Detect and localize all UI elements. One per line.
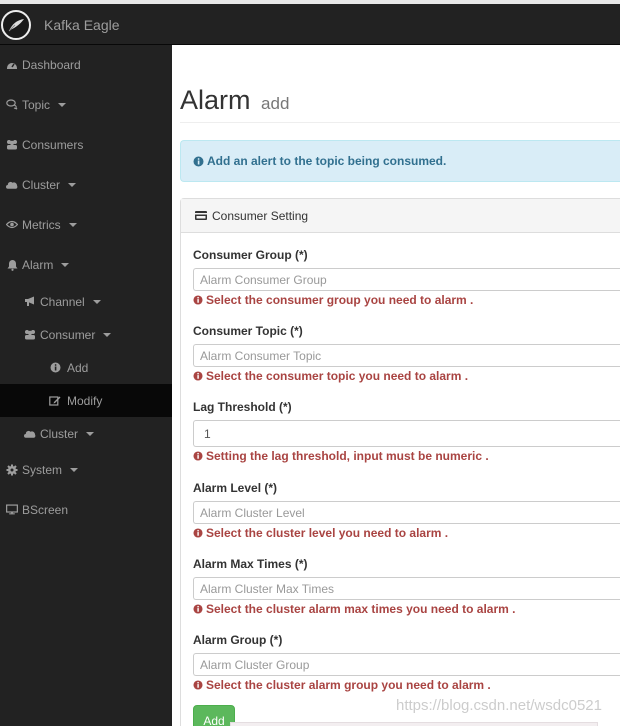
sidebar-item-alarm[interactable]: Alarm xyxy=(0,248,172,281)
gear-icon xyxy=(6,464,18,476)
page-title: Alarm add xyxy=(180,85,290,115)
sidebar-item-label: System xyxy=(22,462,63,477)
help-text: Select the cluster alarm max times you n… xyxy=(193,602,620,616)
info-circle-icon xyxy=(49,362,61,374)
feather-logo-icon xyxy=(1,10,31,40)
sidebar-item-channel[interactable]: Channel xyxy=(0,285,172,318)
help-text: Select the consumer group you need to al… xyxy=(193,293,620,307)
field-label: Lag Threshold (*) xyxy=(193,400,292,414)
brand-name: Kafka Eagle xyxy=(44,17,120,33)
caret-down-icon xyxy=(86,431,95,436)
caret-down-icon xyxy=(68,182,77,187)
field-label: Alarm Level (*) xyxy=(193,481,278,495)
panel-heading: Consumer Setting xyxy=(181,199,620,233)
alarm-level-input[interactable] xyxy=(193,501,620,524)
alert-text: Add an alert to the topic being consumed… xyxy=(207,154,447,168)
alarm-max-times-input[interactable] xyxy=(193,577,620,600)
info-circle-icon xyxy=(193,451,203,461)
page-subtitle: add xyxy=(261,94,290,113)
sidebar-item-label: Consumer xyxy=(40,327,96,342)
caret-down-icon xyxy=(61,262,70,267)
bottom-edge-bar xyxy=(230,722,598,726)
sidebar-item-label: Channel xyxy=(40,294,85,309)
help-text: Setting the lag threshold, input must be… xyxy=(193,449,620,463)
edit-icon xyxy=(49,395,61,407)
sidebar-item-label: Modify xyxy=(67,393,103,408)
form-group-alarm-max-times: Alarm Max Times (*) Select the cluster a… xyxy=(193,557,620,616)
caret-down-icon xyxy=(103,332,112,337)
field-label: Alarm Max Times (*) xyxy=(193,557,308,571)
alarm-group-input[interactable] xyxy=(193,653,620,676)
sidebar-item-alarm-cluster[interactable]: Cluster xyxy=(0,417,172,450)
field-label: Consumer Group (*) xyxy=(193,248,308,262)
help-text: Select the consumer topic you need to al… xyxy=(193,369,620,383)
bell-icon xyxy=(6,259,18,271)
sidebar-item-label: Topic xyxy=(22,97,51,112)
info-circle-icon xyxy=(193,528,203,538)
sidebar-item-cluster[interactable]: Cluster xyxy=(0,168,172,201)
caret-down-icon xyxy=(58,102,67,107)
field-label: Consumer Topic (*) xyxy=(193,324,303,338)
info-alert: Add an alert to the topic being consumed… xyxy=(180,140,620,182)
dashboard-icon xyxy=(6,59,18,71)
sidebar-item-modify[interactable]: Modify xyxy=(0,384,172,417)
sidebar-item-label: Metrics xyxy=(22,217,61,232)
sidebar-item-add[interactable]: Add xyxy=(0,351,172,384)
credit-card-icon xyxy=(195,211,207,220)
add-button[interactable]: Add xyxy=(193,705,235,726)
sidebar-item-label: Cluster xyxy=(22,177,61,192)
users-icon xyxy=(24,329,36,341)
sidebar-item-metrics[interactable]: Metrics xyxy=(0,208,172,241)
form-group-alarm-group: Alarm Group (*) Select the cluster alarm… xyxy=(193,633,620,692)
sidebar-item-dashboard[interactable]: Dashboard xyxy=(0,48,172,81)
consumer-group-input[interactable] xyxy=(193,268,620,291)
comments-icon xyxy=(6,99,18,111)
sidebar-item-topic[interactable]: Topic xyxy=(0,88,172,121)
cloud-icon xyxy=(24,428,36,440)
help-text: Select the cluster level you need to ala… xyxy=(193,526,620,540)
bullhorn-icon xyxy=(24,296,36,308)
main-content: Alarm add Add an alert to the topic bein… xyxy=(172,45,620,726)
info-circle-icon xyxy=(193,371,203,381)
page-header: Alarm add xyxy=(180,83,620,123)
watermark: https://blog.csdn.net/wsdc0521 xyxy=(396,697,602,714)
info-circle-icon xyxy=(193,295,203,305)
brand[interactable]: Kafka Eagle xyxy=(0,8,120,42)
help-text: Select the cluster alarm group you need … xyxy=(193,678,620,692)
sidebar-item-bscreen[interactable]: BScreen xyxy=(0,493,172,526)
sidebar-item-consumers[interactable]: Consumers xyxy=(0,128,172,161)
sidebar-item-system[interactable]: System xyxy=(0,453,172,486)
info-circle-icon xyxy=(193,604,203,614)
caret-down-icon xyxy=(70,467,79,472)
info-circle-icon xyxy=(193,156,204,167)
consumer-topic-input[interactable] xyxy=(193,344,620,367)
sidebar-item-label: BScreen xyxy=(22,502,69,517)
sidebar-item-label: Cluster xyxy=(40,426,79,441)
form-group-alarm-level: Alarm Level (*) Select the cluster level… xyxy=(193,481,620,540)
desktop-icon xyxy=(6,504,18,516)
sidebar-item-label: Alarm xyxy=(22,257,54,272)
sidebar: Dashboard Topic Consumers Cluster Metric… xyxy=(0,45,172,726)
top-navbar: Kafka Eagle xyxy=(0,4,620,45)
form-group-consumer-topic: Consumer Topic (*) Select the consumer t… xyxy=(193,324,620,383)
form-group-lag-threshold: Lag Threshold (*) Setting the lag thresh… xyxy=(193,400,620,463)
caret-down-icon xyxy=(92,299,101,304)
panel-title: Consumer Setting xyxy=(212,208,309,223)
eye-icon xyxy=(6,219,18,231)
caret-down-icon xyxy=(68,222,77,227)
field-label: Alarm Group (*) xyxy=(193,633,283,647)
form-group-consumer-group: Consumer Group (*) Select the consumer g… xyxy=(193,248,620,307)
cloud-icon xyxy=(6,179,18,191)
consumer-setting-panel: Consumer Setting Consumer Group (*) Sele… xyxy=(180,198,620,726)
users-icon xyxy=(6,139,18,151)
sidebar-item-label: Add xyxy=(67,360,89,375)
lag-threshold-input[interactable] xyxy=(193,420,620,447)
sidebar-item-label: Consumers xyxy=(22,137,84,152)
sidebar-item-consumer[interactable]: Consumer xyxy=(0,318,172,351)
sidebar-item-label: Dashboard xyxy=(22,57,81,72)
info-circle-icon xyxy=(193,680,203,690)
